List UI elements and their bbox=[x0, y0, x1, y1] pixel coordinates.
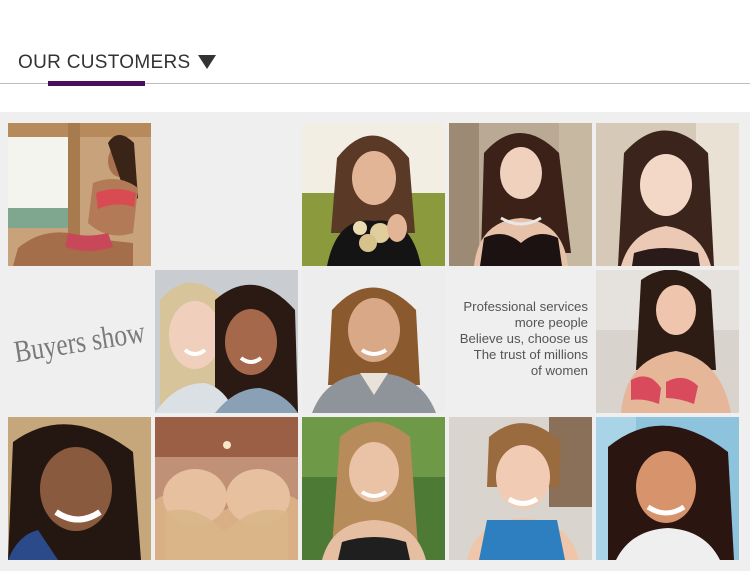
customer-photo-image bbox=[302, 417, 445, 560]
customer-photo-image bbox=[449, 417, 592, 560]
customer-photo-image bbox=[155, 417, 298, 560]
promo-line: more people bbox=[514, 315, 588, 330]
customer-photo-lingerie[interactable] bbox=[155, 417, 298, 560]
triangle-down-icon[interactable] bbox=[198, 55, 216, 69]
customer-photo-curly[interactable] bbox=[596, 417, 739, 560]
customer-photo-sporty[interactable] bbox=[449, 417, 592, 560]
buyers-show-text: Buyers show bbox=[11, 313, 148, 369]
customer-photo-field[interactable] bbox=[302, 123, 445, 266]
promo-text-block: Professional services more people Believ… bbox=[444, 299, 588, 379]
customer-photo-image bbox=[8, 417, 151, 560]
customer-photo-image bbox=[155, 270, 298, 413]
customer-photo-selfie[interactable] bbox=[596, 123, 739, 266]
customer-photo-professional[interactable] bbox=[302, 270, 445, 413]
buyers-show-label: Buyers show bbox=[8, 270, 152, 413]
customer-photo-smile[interactable] bbox=[8, 417, 151, 560]
section-title: OUR CUSTOMERS bbox=[18, 52, 191, 73]
customer-photo-image bbox=[596, 123, 739, 266]
promo-line: of women bbox=[530, 363, 588, 378]
section-header: OUR CUSTOMERS bbox=[0, 0, 750, 112]
customer-photo-image bbox=[596, 417, 739, 560]
customer-photo-brunette[interactable] bbox=[449, 123, 592, 266]
customer-photo-image bbox=[596, 270, 739, 413]
customer-photo-image bbox=[449, 123, 592, 266]
customer-photo-image bbox=[302, 123, 445, 266]
customer-photo-image bbox=[8, 123, 151, 266]
customer-photo-image bbox=[302, 270, 445, 413]
promo-line: Believe us, choose us bbox=[459, 331, 588, 346]
customer-photo-friends[interactable] bbox=[155, 270, 298, 413]
promo-line: Professional services bbox=[463, 299, 588, 314]
customer-photo-beach-2[interactable] bbox=[596, 270, 739, 413]
title-underline bbox=[48, 81, 145, 86]
promo-line: The trust of millions bbox=[473, 347, 588, 362]
customer-photo-beach[interactable] bbox=[8, 123, 151, 266]
customer-photo-blonde[interactable] bbox=[302, 417, 445, 560]
